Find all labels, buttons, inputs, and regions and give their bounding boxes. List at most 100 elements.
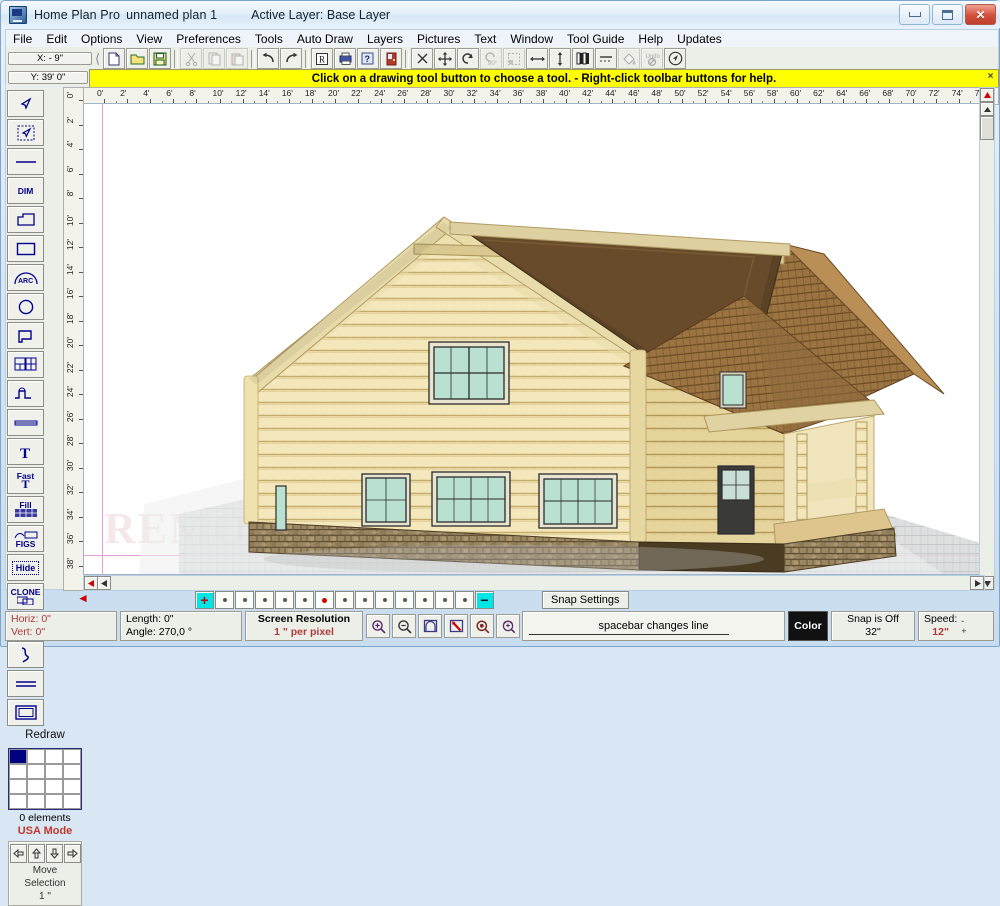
paste-button[interactable] [226, 48, 248, 69]
color-swatch[interactable] [27, 779, 45, 794]
maximize-button[interactable] [932, 4, 963, 25]
snap-dot-strip[interactable]: + − [195, 591, 495, 609]
move-button[interactable] [434, 48, 456, 69]
menu-item-updates[interactable]: Updates [670, 31, 729, 47]
color-swatch[interactable] [9, 794, 27, 809]
color-swatch[interactable] [63, 764, 81, 779]
polyline-tool[interactable] [7, 206, 44, 233]
drawing-canvas[interactable]: REMONTIH [83, 103, 985, 575]
snap-settings-button[interactable]: Snap Settings [542, 591, 629, 609]
stairs-tool[interactable] [7, 380, 44, 407]
help-button[interactable]: ? [357, 48, 379, 69]
undo-all-button[interactable]: Undo [641, 48, 663, 69]
rotate-button[interactable] [457, 48, 479, 69]
delete-button[interactable] [411, 48, 433, 69]
snap-dot-cell[interactable] [255, 591, 274, 609]
snap-dot-cell[interactable] [215, 591, 234, 609]
color-swatch[interactable] [27, 749, 45, 764]
stretch-horizontal-button[interactable] [526, 48, 548, 69]
pointer-tool[interactable] [7, 90, 44, 117]
color-swatch[interactable] [45, 764, 63, 779]
stretch-vertical-button[interactable] [549, 48, 571, 69]
menu-item-window[interactable]: Window [503, 31, 560, 47]
horizontal-scrollbar[interactable] [83, 575, 985, 591]
menu-item-pictures[interactable]: Pictures [410, 31, 467, 47]
scroll-left2-button[interactable] [97, 576, 111, 590]
dimension-tool[interactable]: DIM [7, 177, 44, 204]
cut-button[interactable] [180, 48, 202, 69]
color-swatch-grid[interactable] [8, 748, 82, 810]
exit-button[interactable] [380, 48, 402, 69]
snap-left-arrow-icon[interactable]: ◄ [77, 592, 89, 604]
zoom-previous-button[interactable] [496, 614, 520, 638]
scroll-right-button[interactable] [970, 576, 984, 590]
snap-dot-cell[interactable] [335, 591, 354, 609]
save-button[interactable] [149, 48, 171, 69]
menu-item-layers[interactable]: Layers [360, 31, 410, 47]
frame-tool[interactable] [7, 699, 44, 726]
color-button[interactable]: Color [788, 611, 828, 641]
minimize-button[interactable] [899, 4, 930, 25]
color-swatch[interactable] [27, 794, 45, 809]
register-button[interactable]: R [311, 48, 333, 69]
scroll-up-button[interactable] [980, 88, 994, 102]
fast-text-tool[interactable]: Fast T [7, 467, 44, 494]
rectangle-tool[interactable] [7, 235, 44, 262]
message-box[interactable]: spacebar changes line [522, 611, 785, 641]
color-swatch[interactable] [9, 764, 27, 779]
zoom-out-button[interactable] [392, 614, 416, 638]
menu-item-auto-draw[interactable]: Auto Draw [290, 31, 360, 47]
wall-fill-button[interactable] [572, 48, 594, 69]
new-file-button[interactable] [103, 48, 125, 69]
paint-bucket-button[interactable] [618, 48, 640, 69]
snap-dot-cell[interactable] [455, 591, 474, 609]
speed-decrease-button[interactable]: - [961, 616, 966, 626]
color-swatch[interactable] [9, 779, 27, 794]
color-swatch[interactable] [63, 749, 81, 764]
fill-tool[interactable]: Fill [7, 496, 44, 523]
close-button[interactable]: ✕ [965, 4, 996, 25]
window-tool[interactable] [7, 351, 44, 378]
color-swatch[interactable] [45, 749, 63, 764]
hint-close-icon[interactable]: × [984, 71, 997, 84]
scroll-left-button[interactable] [84, 576, 98, 590]
scroll-marker-button[interactable] [980, 102, 994, 116]
zoom-in-button[interactable] [366, 614, 390, 638]
zoom-window-button[interactable] [470, 614, 494, 638]
snap-dot-cell[interactable] [235, 591, 254, 609]
wall-tool[interactable] [7, 322, 44, 349]
open-file-button[interactable] [126, 48, 148, 69]
freehand-tool[interactable] [7, 641, 44, 668]
text-tool[interactable]: T [7, 438, 44, 465]
redo-button[interactable] [280, 48, 302, 69]
zoom-page-button[interactable] [418, 614, 442, 638]
snap-dot-cell[interactable] [275, 591, 294, 609]
rotate-90-button[interactable]: 90° [480, 48, 502, 69]
print-button[interactable] [334, 48, 356, 69]
vertical-scrollbar[interactable] [979, 87, 995, 591]
snap-dot-cell[interactable] [415, 591, 434, 609]
menu-item-options[interactable]: Options [74, 31, 129, 47]
snap-status-panel[interactable]: Snap is Off 32" [831, 611, 915, 641]
redraw-button[interactable]: Redraw [9, 729, 81, 745]
double-line-tool[interactable] [7, 670, 44, 697]
snap-dot-cell[interactable] [295, 591, 314, 609]
zoom-selection-button[interactable] [444, 614, 468, 638]
snap-dot-cell[interactable] [315, 591, 334, 609]
menu-item-file[interactable]: File [6, 31, 39, 47]
move-right-button[interactable] [63, 844, 81, 863]
snap-dot-cell[interactable] [435, 591, 454, 609]
speed-panel[interactable]: Speed: 12" - + [918, 611, 994, 641]
menu-item-tools[interactable]: Tools [248, 31, 290, 47]
menu-item-help[interactable]: Help [631, 31, 670, 47]
vertical-scroll-thumb[interactable] [980, 116, 994, 140]
color-swatch[interactable] [9, 749, 27, 764]
copy-button[interactable] [203, 48, 225, 69]
line-style-button[interactable] [595, 48, 617, 69]
menu-item-view[interactable]: View [129, 31, 169, 47]
color-swatch[interactable] [63, 794, 81, 809]
color-swatch[interactable] [27, 764, 45, 779]
undo-button[interactable] [257, 48, 279, 69]
move-up-button[interactable] [27, 844, 45, 863]
menu-item-edit[interactable]: Edit [39, 31, 74, 47]
